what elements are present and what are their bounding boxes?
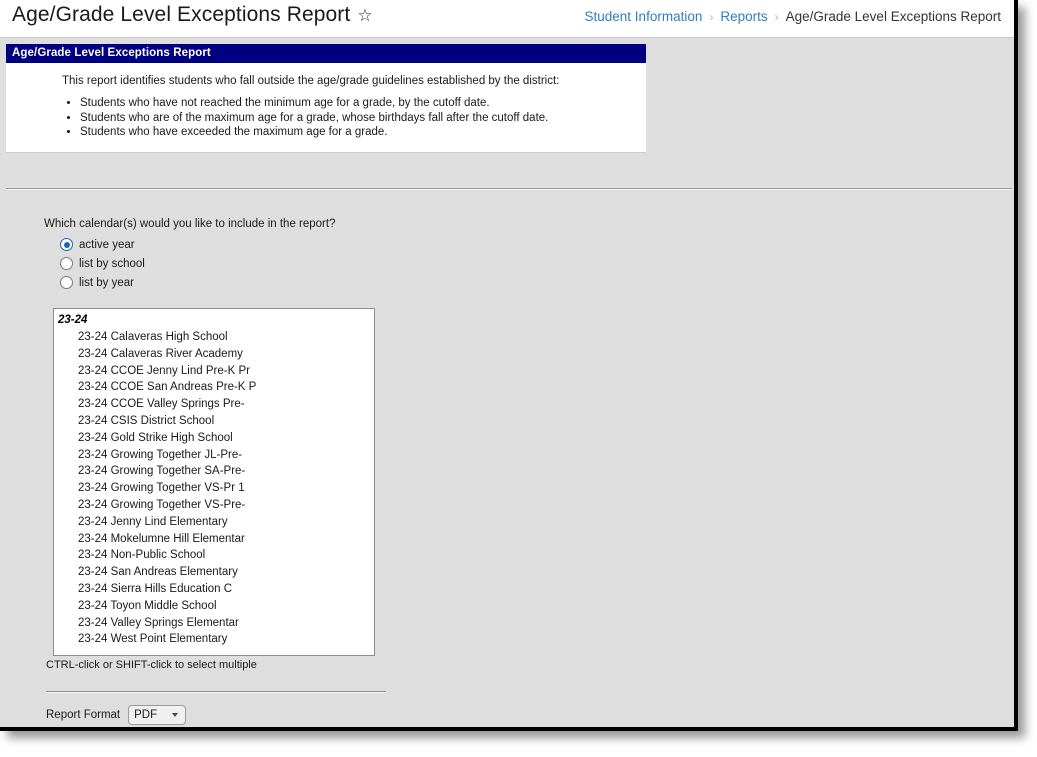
breadcrumb-separator-icon: › xyxy=(709,9,714,24)
page-body: Age/Grade Level Exceptions Report This r… xyxy=(0,38,1014,727)
page-title: Age/Grade Level Exceptions Report xyxy=(12,3,351,26)
breadcrumb: Student Information › Reports › Age/Grad… xyxy=(585,9,1001,24)
list-item: Students who are of the maximum age for … xyxy=(80,111,636,126)
chevron-down-icon xyxy=(172,713,179,717)
list-item[interactable]: 23-24 San Andreas Elementary xyxy=(54,564,374,581)
list-item: Students who have exceeded the maximum a… xyxy=(80,125,636,140)
report-format-select[interactable]: PDF xyxy=(128,705,187,725)
application-window: Age/Grade Level Exceptions Report ☆ Stud… xyxy=(0,0,1018,731)
section-divider xyxy=(6,188,1012,190)
calendar-selection-question: Which calendar(s) would you like to incl… xyxy=(44,218,336,230)
list-item[interactable]: 23-24 West Point Elementary xyxy=(54,631,374,648)
report-form: Which calendar(s) would you like to incl… xyxy=(44,218,444,727)
list-item[interactable]: 23-24 Growing Together JL-Pre- xyxy=(54,447,374,464)
report-description-panel: Age/Grade Level Exceptions Report This r… xyxy=(6,44,646,153)
list-item[interactable]: 23-24 Growing Together VS-Pre- xyxy=(54,497,374,514)
radio-option-active-year[interactable]: active year xyxy=(60,235,444,254)
page-title-group: Age/Grade Level Exceptions Report ☆ xyxy=(12,3,374,27)
page-header-bar: Age/Grade Level Exceptions Report ☆ Stud… xyxy=(0,0,1014,38)
list-item[interactable]: 23-24 Calaveras River Academy xyxy=(54,346,374,363)
breadcrumb-separator-icon: › xyxy=(774,9,779,24)
list-item[interactable]: 23-24 Non-Public School xyxy=(54,547,374,564)
list-item[interactable]: 23-24 CSIS District School xyxy=(54,413,374,430)
list-item[interactable]: 23-24 Growing Together VS-Pr 1 xyxy=(54,480,374,497)
list-item[interactable]: 23-24 Calaveras High School xyxy=(54,329,374,346)
list-item[interactable]: 23-24 CCOE Jenny Lind Pre-K Pr xyxy=(54,363,374,380)
radio-button-icon[interactable] xyxy=(60,238,73,251)
radio-button-icon[interactable] xyxy=(60,276,73,289)
breadcrumb-item-current: Age/Grade Level Exceptions Report xyxy=(785,9,1001,24)
breadcrumb-item-student-information[interactable]: Student Information xyxy=(585,9,703,24)
list-item[interactable]: 23-24 Gold Strike High School xyxy=(54,430,374,447)
report-format-value: PDF xyxy=(134,709,158,721)
report-format-row: Report Format PDF xyxy=(46,693,444,727)
list-item[interactable]: 23-24 CCOE Valley Springs Pre- xyxy=(54,396,374,413)
list-item[interactable]: 23-24 Jenny Lind Elementary xyxy=(54,514,374,531)
radio-label: list by year xyxy=(79,276,134,289)
radio-label: active year xyxy=(79,238,135,251)
list-item[interactable]: 23-24 Growing Together SA-Pre- xyxy=(54,463,374,480)
report-format-label: Report Format xyxy=(46,709,121,721)
listbox-group-label: 23-24 xyxy=(58,314,88,326)
favorite-star-icon[interactable]: ☆ xyxy=(357,7,374,24)
list-item[interactable]: 23-24 Toyon Middle School xyxy=(54,598,374,615)
radio-option-list-by-year[interactable]: list by year xyxy=(60,273,444,292)
radio-button-icon[interactable] xyxy=(60,257,73,270)
list-item[interactable]: 23-24 Mokelumne Hill Elementar xyxy=(54,531,374,548)
listbox-hint-text: CTRL-click or SHIFT-click to select mult… xyxy=(46,659,257,671)
report-description-intro: This report identifies students who fall… xyxy=(62,75,560,87)
list-item: Students who have not reached the minimu… xyxy=(80,96,636,111)
list-item[interactable]: 23-24 Sierra Hills Education C xyxy=(54,581,374,598)
school-calendar-listbox[interactable]: 23-24 23-24 Calaveras High School 23-24 … xyxy=(53,308,375,656)
radio-option-list-by-school[interactable]: list by school xyxy=(60,254,444,273)
report-description-bullet-list: Students who have not reached the minimu… xyxy=(62,96,636,140)
report-description-body: This report identifies students who fall… xyxy=(6,63,646,152)
breadcrumb-item-reports[interactable]: Reports xyxy=(720,9,767,24)
list-item[interactable]: 23-24 Valley Springs Elementar xyxy=(54,615,374,632)
report-description-title: Age/Grade Level Exceptions Report xyxy=(6,44,646,63)
radio-label: list by school xyxy=(79,257,145,270)
list-item[interactable]: 23-24 CCOE San Andreas Pre-K P xyxy=(54,379,374,396)
